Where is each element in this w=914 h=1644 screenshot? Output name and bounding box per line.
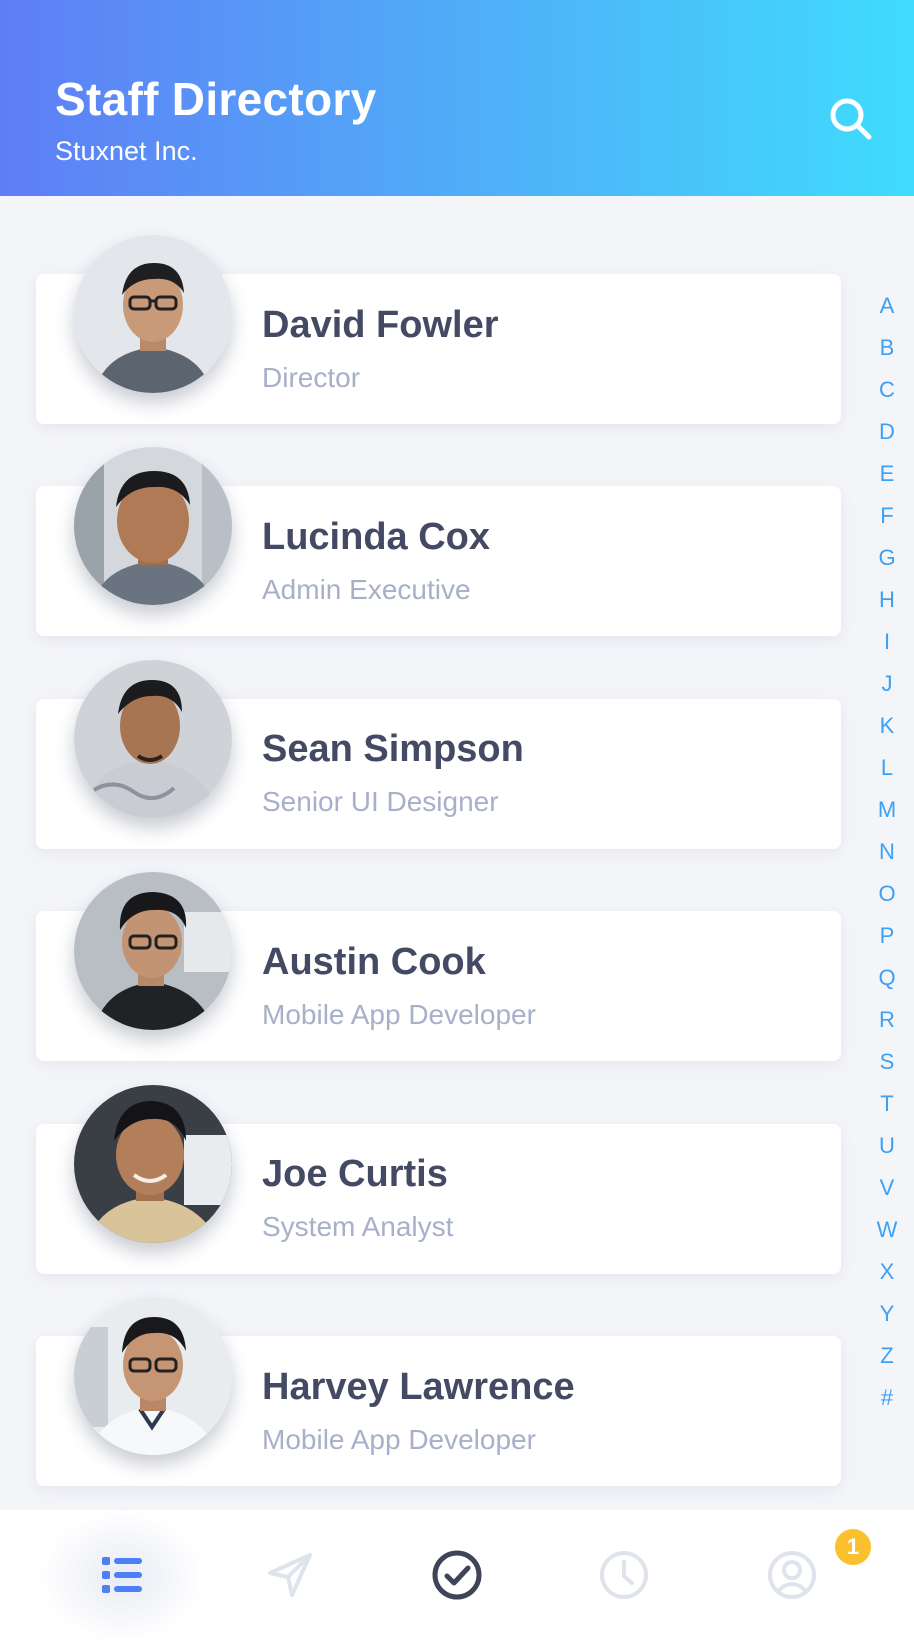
alpha-letter[interactable]: J [862,663,912,705]
staff-name: Sean Simpson [262,728,524,770]
alpha-letter[interactable]: E [862,453,912,495]
alpha-letter[interactable]: S [862,1041,912,1083]
alpha-letter[interactable]: Z [862,1335,912,1377]
avatar [74,1297,232,1455]
list-icon [100,1553,144,1602]
avatar [74,872,232,1030]
staff-role: Mobile App Developer [262,999,536,1030]
tab-list[interactable] [38,1510,206,1644]
alpha-letter[interactable]: O [862,873,912,915]
notification-badge: 1 [832,1526,874,1568]
staff-name: David Fowler [262,304,499,346]
app-header: Staff Directory Stuxnet Inc. [0,0,914,196]
staff-role: Mobile App Developer [262,1424,536,1455]
profile-icon [766,1549,818,1606]
alphabet-index: A B C D E F G H I J K L M N O P Q R S T … [862,285,912,1419]
page-title: Staff Directory [55,73,377,125]
alpha-letter[interactable]: T [862,1083,912,1125]
alpha-letter[interactable]: D [862,411,912,453]
tab-tasks[interactable] [373,1510,541,1644]
staff-role: Director [262,362,361,393]
company-subtitle: Stuxnet Inc. [55,136,198,166]
check-circle-icon [431,1549,483,1606]
avatar [74,1085,232,1243]
bottom-tab-bar [0,1510,914,1644]
staff-role: Senior UI Designer [262,786,499,817]
alpha-letter[interactable]: H [862,579,912,621]
avatar [74,235,232,393]
alpha-letter[interactable]: B [862,327,912,369]
avatar [74,660,232,818]
avatar [74,447,232,605]
alpha-letter[interactable]: G [862,537,912,579]
alpha-letter[interactable]: # [862,1377,912,1419]
search-icon[interactable] [828,96,874,142]
staff-name: Austin Cook [262,941,486,983]
alpha-letter[interactable]: U [862,1125,912,1167]
tab-send[interactable] [206,1510,374,1644]
alpha-letter[interactable]: M [862,789,912,831]
alpha-letter[interactable]: W [862,1209,912,1251]
alpha-letter[interactable]: X [862,1251,912,1293]
alpha-letter[interactable]: Q [862,957,912,999]
send-icon [266,1551,314,1604]
alpha-letter[interactable]: K [862,705,912,747]
alpha-letter[interactable]: F [862,495,912,537]
alpha-letter[interactable]: V [862,1167,912,1209]
tab-history[interactable] [540,1510,708,1644]
staff-name: Lucinda Cox [262,516,491,558]
staff-role: Admin Executive [262,574,471,605]
staff-name: Harvey Lawrence [262,1366,575,1408]
staff-name: Joe Curtis [262,1153,448,1195]
alpha-letter[interactable]: R [862,999,912,1041]
alpha-letter[interactable]: I [862,621,912,663]
alpha-letter[interactable]: C [862,369,912,411]
alpha-letter[interactable]: L [862,747,912,789]
alpha-letter[interactable]: A [862,285,912,327]
clock-icon [598,1549,650,1606]
alpha-letter[interactable]: P [862,915,912,957]
alpha-letter[interactable]: N [862,831,912,873]
staff-role: System Analyst [262,1211,454,1242]
alpha-letter[interactable]: Y [862,1293,912,1335]
